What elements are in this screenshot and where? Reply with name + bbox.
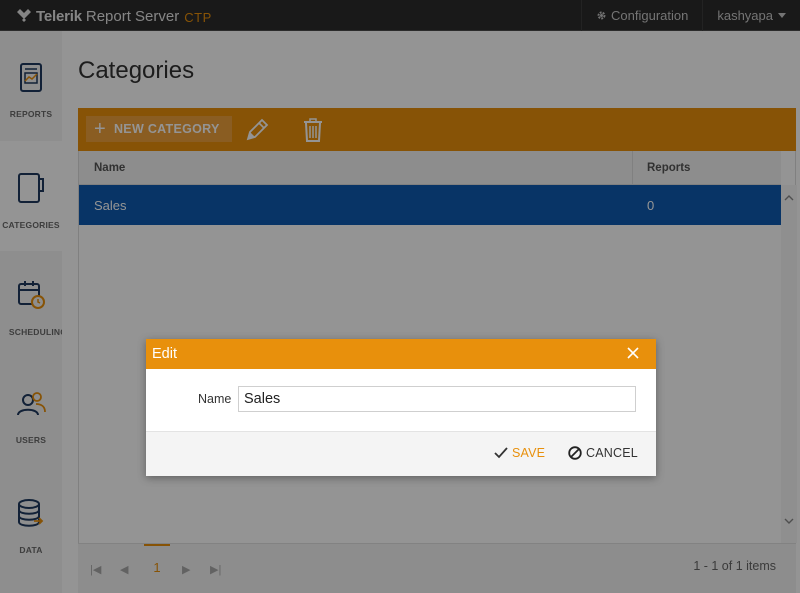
dialog-titlebar[interactable]: Edit (146, 339, 656, 369)
cancel-label: CANCEL (586, 446, 638, 460)
edit-dialog: Edit Name SAVE CANCEL (146, 339, 656, 476)
dialog-footer: SAVE CANCEL (146, 431, 656, 476)
dialog-title: Edit (152, 346, 177, 362)
name-field[interactable] (238, 386, 636, 412)
save-button[interactable]: SAVE (494, 446, 545, 460)
cancel-button[interactable]: CANCEL (568, 446, 638, 460)
name-field-label: Name (198, 392, 232, 406)
close-icon[interactable] (624, 344, 642, 362)
dialog-body: Name (146, 369, 656, 431)
cancel-icon (568, 446, 582, 460)
checkmark-icon (494, 447, 508, 459)
save-label: SAVE (512, 446, 546, 460)
modal-overlay[interactable] (0, 0, 800, 593)
